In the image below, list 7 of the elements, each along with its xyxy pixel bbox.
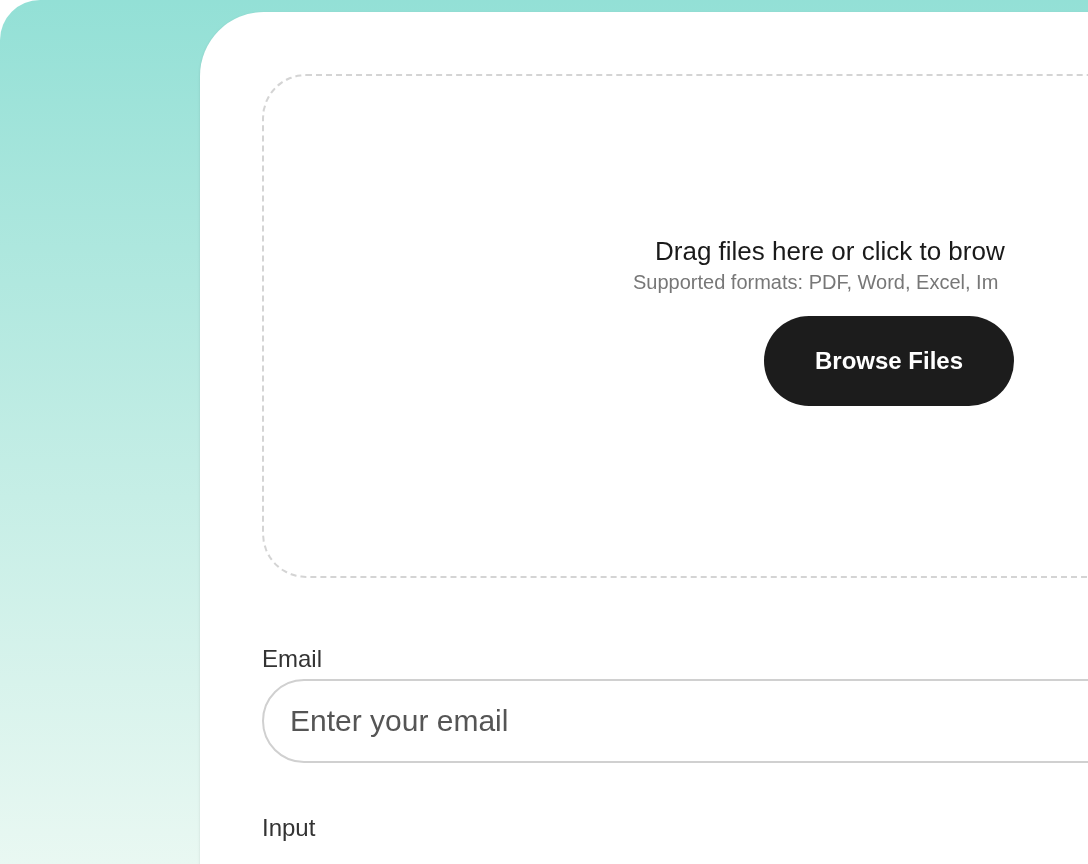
supported-formats-text: Supported formats: PDF, Word, Excel, Im	[633, 270, 999, 295]
field-label: Email	[262, 644, 323, 674]
browse-files-button[interactable]: Browse Files	[764, 316, 1014, 406]
drop-zone-title: Drag files here or click to brow	[655, 235, 1005, 268]
drop-zone[interactable]: Drag files here or click to brow Supported formats: PDF, Word, Excel, Im Browse Files	[262, 74, 1088, 578]
email-field[interactable]: Enter your email	[262, 679, 1088, 763]
field-label: Input	[262, 814, 316, 841]
